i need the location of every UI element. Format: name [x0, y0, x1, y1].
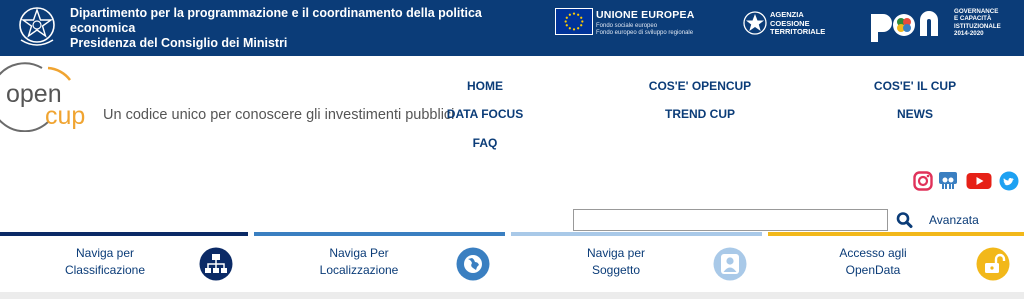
search-input[interactable]: [573, 209, 888, 231]
twitter-icon[interactable]: [999, 171, 1019, 191]
eu-subtitle-line-2: Fondo europeo di sviluppo regionale: [596, 30, 694, 36]
pon-program-name: GOVERNANCE E CAPACITÀ ISTITUZIONALE 2014…: [954, 8, 1001, 38]
card-label-line-1: Accesso agli: [839, 246, 907, 260]
card-label-line-1: Naviga Per: [329, 246, 389, 260]
card-label-line-1: Naviga per: [586, 246, 646, 260]
pon-line-1: GOVERNANCE: [954, 8, 999, 15]
hierarchy-icon: [199, 247, 233, 281]
nav-cos-opencup[interactable]: COS'E' OPENCUP: [630, 79, 770, 93]
agency-logo[interactable]: AGENZIA COESIONE TERRITORIALE: [742, 8, 852, 40]
card-top-border: [0, 232, 248, 236]
department-line-2: economica: [70, 21, 136, 35]
pon-logo[interactable]: GOVERNANCE E CAPACITÀ ISTITUZIONALE 2014…: [868, 8, 1018, 48]
globe-icon: [456, 247, 490, 281]
agency-seal-icon: [743, 11, 767, 35]
instagram-icon[interactable]: [913, 171, 933, 191]
eu-title: UNIONE EUROPEA: [596, 9, 695, 21]
nav-news[interactable]: NEWS: [880, 107, 950, 121]
eu-subtitle: Fondo sociale europeo Fondo europeo di s…: [596, 23, 693, 37]
card-label: Accesso agli OpenData: [798, 245, 948, 279]
cards-bottom-strip: [0, 292, 1024, 299]
logo-word-cup: cup: [45, 102, 85, 130]
nav-cos-il-cup[interactable]: COS'E' IL CUP: [865, 79, 965, 93]
nav-data-focus[interactable]: DATA FOCUS: [440, 107, 530, 121]
user-icon: [713, 247, 747, 281]
eu-flag-icon: [555, 8, 593, 35]
agency-name: AGENZIA COESIONE TERRITORIALE: [770, 10, 826, 37]
card-label-line-2: Classificazione: [64, 263, 146, 277]
search-icon[interactable]: [895, 211, 915, 229]
card-label: Naviga per Soggetto: [541, 245, 691, 279]
unlock-icon: [976, 247, 1010, 281]
nav-trend-cup[interactable]: TREND CUP: [640, 107, 760, 121]
eu-subtitle-line-1: Fondo sociale europeo: [596, 23, 658, 29]
card-label: Naviga per Classificazione: [30, 245, 180, 279]
department-name[interactable]: Dipartimento per la programmazione e il …: [70, 6, 490, 51]
department-line-3: Presidenza del Consiglio dei Ministri: [70, 36, 288, 50]
card-naviga-localizzazione[interactable]: Naviga Per Localizzazione: [254, 232, 505, 292]
card-top-border: [511, 232, 762, 236]
card-label-line-2: Soggetto: [591, 263, 641, 277]
card-naviga-classificazione[interactable]: Naviga per Classificazione: [0, 232, 248, 292]
card-top-border: [768, 232, 1024, 236]
nav-faq[interactable]: FAQ: [450, 136, 520, 150]
card-label-line-2: Localizzazione: [319, 263, 399, 277]
advanced-search-link[interactable]: Avanzata: [929, 213, 979, 227]
card-accesso-opendata[interactable]: Accesso agli OpenData: [768, 232, 1024, 292]
card-label-line-1: Naviga per: [75, 246, 135, 260]
card-top-border: [254, 232, 505, 236]
youtube-icon[interactable]: [966, 171, 992, 191]
eu-logo[interactable]: UNIONE EUROPEA Fondo sociale europeo Fon…: [555, 8, 715, 38]
agency-line-3: TERRITORIALE: [770, 27, 826, 36]
nav-home[interactable]: HOME: [450, 79, 520, 93]
pon-line-3: ISTITUZIONALE: [954, 22, 1001, 30]
opencup-logo[interactable]: open cup: [0, 60, 100, 132]
pon-line-4: 2014-2020: [954, 30, 984, 38]
pon-line-2: E CAPACITÀ: [954, 15, 992, 23]
italian-republic-emblem-icon: [19, 7, 55, 46]
department-line-1: Dipartimento per la programmazione e il …: [70, 6, 482, 20]
card-naviga-soggetto[interactable]: Naviga per Soggetto: [511, 232, 762, 292]
institutional-header: Dipartimento per la programmazione e il …: [0, 0, 1024, 56]
site-tagline: Un codice unico per conoscere gli invest…: [103, 107, 455, 123]
card-label-line-2: OpenData: [845, 263, 901, 277]
pon-logo-icon: [871, 11, 938, 42]
slideshare-icon[interactable]: [938, 171, 958, 191]
card-label: Naviga Per Localizzazione: [284, 245, 434, 279]
